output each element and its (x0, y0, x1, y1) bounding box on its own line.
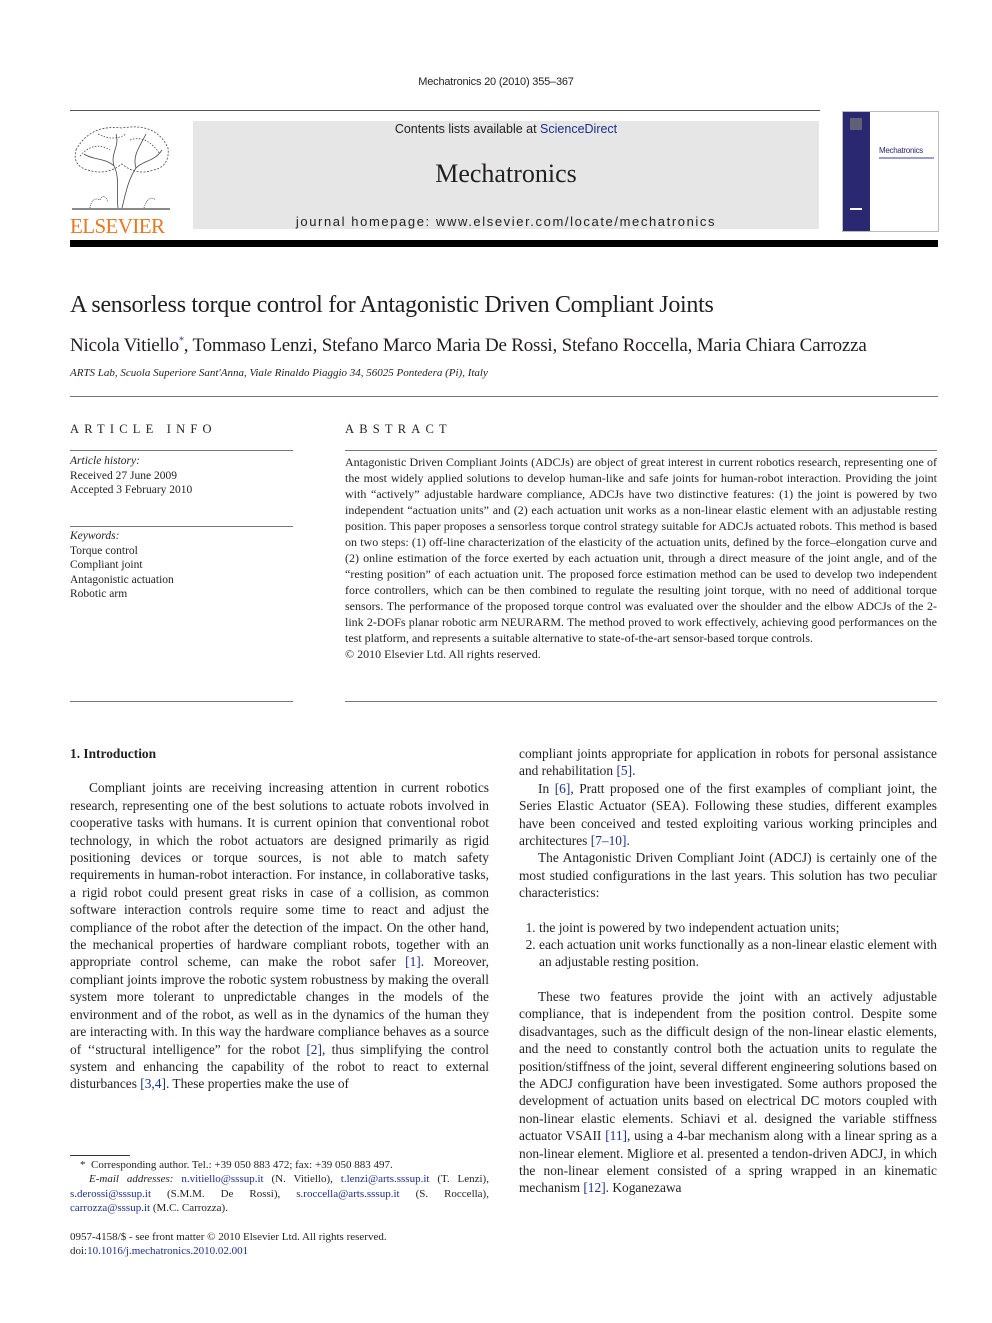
text-run: These two features provide the joint wit… (519, 988, 937, 1144)
keyword: Antagonistic actuation (70, 573, 174, 586)
email-owner: (N. Vitiello), (263, 1173, 341, 1186)
journal-name: Mechatronics (435, 159, 577, 188)
keyword: Torque control (70, 544, 138, 557)
doi-line: doi:10.1016/j.mechatronics.2010.02.001 (70, 1244, 489, 1258)
header-thick-rule (70, 240, 938, 247)
intro-paragraph-3: The Antagonistic Driven Compliant Joint … (519, 850, 937, 901)
paper-title: A sensorless torque control for Antagoni… (70, 292, 714, 318)
text-run: . (632, 763, 636, 779)
email-owner: (T. Lenzi), (429, 1173, 489, 1186)
citation-link-2[interactable]: [2] (306, 1042, 322, 1057)
text-run: . Koganezawa (605, 1180, 682, 1196)
accepted-date: Accepted 3 February 2010 (70, 484, 193, 497)
abstract-bottom-rule (345, 701, 937, 702)
keywords-rule (70, 526, 293, 527)
section-heading-introduction: 1. Introduction (70, 746, 157, 761)
received-date: Received 27 June 2009 (70, 469, 177, 482)
list-item: the joint is powered by two independent … (539, 919, 937, 936)
citation-link-5[interactable]: [5] (616, 763, 632, 778)
first-author: Nicola Vitiello (70, 335, 179, 356)
email-link[interactable]: carrozza@sssup.it (70, 1202, 150, 1214)
text-run: . (626, 833, 630, 849)
cover-ifac-icon (850, 208, 862, 219)
cover-band (843, 112, 870, 231)
doi-link[interactable]: 10.1016/j.mechatronics.2010.02.001 (87, 1245, 248, 1257)
keyword: Robotic arm (70, 588, 128, 601)
sciencedirect-link[interactable]: ScienceDirect (540, 122, 617, 136)
email-link[interactable]: s.derossi@sssup.it (70, 1188, 151, 1200)
abstract-body: Antagonistic Driven Compliant Joints (AD… (345, 454, 937, 662)
article-history: Article history: Received 27 June 2009 A… (70, 454, 192, 498)
text-run: , Pratt proposed one of the first exampl… (519, 780, 937, 849)
citation-link-12[interactable]: [12] (583, 1180, 605, 1195)
intro-paragraph-1-continued: compliant joints appropriate for applica… (519, 745, 937, 780)
elsevier-tree-icon (72, 126, 170, 210)
intro-paragraph-1: Compliant joints are receiving increasin… (70, 779, 489, 1092)
intro-paragraph-4: These two features provide the joint wit… (519, 988, 937, 1197)
other-authors: , Tommaso Lenzi, Stefano Marco Maria De … (183, 335, 867, 356)
history-label: Article history: (70, 455, 140, 467)
abstract-copyright: © 2010 Elsevier Ltd. All rights reserved… (345, 647, 541, 661)
header-rule (70, 110, 820, 111)
journal-homepage[interactable]: journal homepage: www.elsevier.com/locat… (193, 214, 819, 229)
email-label: E-mail addresses: (89, 1173, 174, 1186)
contents-prefix: Contents lists available at (394, 122, 541, 136)
journal-cover-thumbnail[interactable]: Mechatronics (842, 111, 939, 232)
email-owner: (M.C. Carrozza). (150, 1202, 228, 1215)
author-list: Nicola Vitiello*, Tommaso Lenzi, Stefano… (70, 335, 867, 357)
keywords-block: Keywords: Torque control Compliant joint… (70, 529, 174, 602)
email-owner: (S. Roccella), (399, 1187, 489, 1200)
citation-link-3-4[interactable]: [3,4] (140, 1076, 166, 1091)
footnotes: * Corresponding author. Tel.: +39 050 88… (70, 1158, 489, 1258)
footnote-mark: * (80, 1159, 86, 1171)
keywords-label: Keywords: (70, 530, 120, 542)
citation-link-1[interactable]: [1] (405, 954, 421, 969)
text-run: In (538, 780, 555, 796)
article-info-rule (70, 450, 293, 451)
cover-logo-icon (850, 118, 862, 130)
email-addresses: E-mail addresses: n.vitiello@sssup.it (N… (70, 1172, 489, 1215)
journal-banner: Contents lists available at ScienceDirec… (193, 121, 819, 229)
text-run: compliant joints appropriate for applica… (519, 746, 937, 779)
cover-title: Mechatronics (879, 146, 923, 155)
body-left-column: 1. Introduction Compliant joints are rec… (70, 745, 489, 1093)
elsevier-logo[interactable]: ELSEVIER (70, 120, 173, 238)
body-right-column: compliant joints appropriate for applica… (519, 745, 937, 1197)
journal-citation: Mechatronics 20 (2010) 355–367 (418, 76, 574, 88)
affiliation: ARTS Lab, Scuola Superiore Sant'Anna, Vi… (70, 367, 488, 379)
front-matter: 0957-4158/$ - see front matter © 2010 El… (70, 1230, 387, 1243)
intro-paragraph-2: In [6], Pratt proposed one of the first … (519, 780, 937, 850)
corresponding-text: Corresponding author. Tel.: +39 050 883 … (91, 1159, 393, 1171)
text-run: . These properties make the use of (165, 1076, 350, 1092)
elsevier-wordmark: ELSEVIER (70, 214, 165, 238)
characteristics-list: the joint is powered by two independent … (519, 919, 937, 971)
citation-link-7-10[interactable]: [7–10] (591, 833, 627, 848)
email-link[interactable]: n.vitiello@sssup.it (181, 1173, 263, 1185)
keyword: Compliant joint (70, 559, 143, 572)
cover-subtitle (879, 157, 934, 159)
list-item: each actuation unit works functionally a… (539, 936, 937, 971)
article-info-bottom-rule (70, 701, 293, 702)
citation-link-6[interactable]: [6] (555, 781, 571, 796)
abstract-rule (345, 450, 937, 451)
contents-available-line: Contents lists available at ScienceDirec… (193, 122, 819, 136)
article-info-heading: ARTICLE INFO (70, 422, 217, 436)
abstract-heading: ABSTRACT (345, 422, 452, 436)
doi-prefix: doi: (70, 1245, 88, 1258)
corresponding-author-note: * Corresponding author. Tel.: +39 050 88… (70, 1158, 489, 1172)
title-rule (70, 396, 938, 397)
citation-link-11[interactable]: [11] (605, 1128, 627, 1143)
footnote-rule (70, 1155, 130, 1156)
email-owner: (S.M.M. De Rossi), (151, 1187, 297, 1200)
email-link[interactable]: s.roccella@arts.sssup.it (296, 1188, 399, 1200)
text-run: Compliant joints are receiving increasin… (70, 780, 489, 970)
abstract-text: Antagonistic Driven Compliant Joints (AD… (345, 455, 937, 645)
email-link[interactable]: t.lenzi@arts.sssup.it (341, 1173, 430, 1185)
